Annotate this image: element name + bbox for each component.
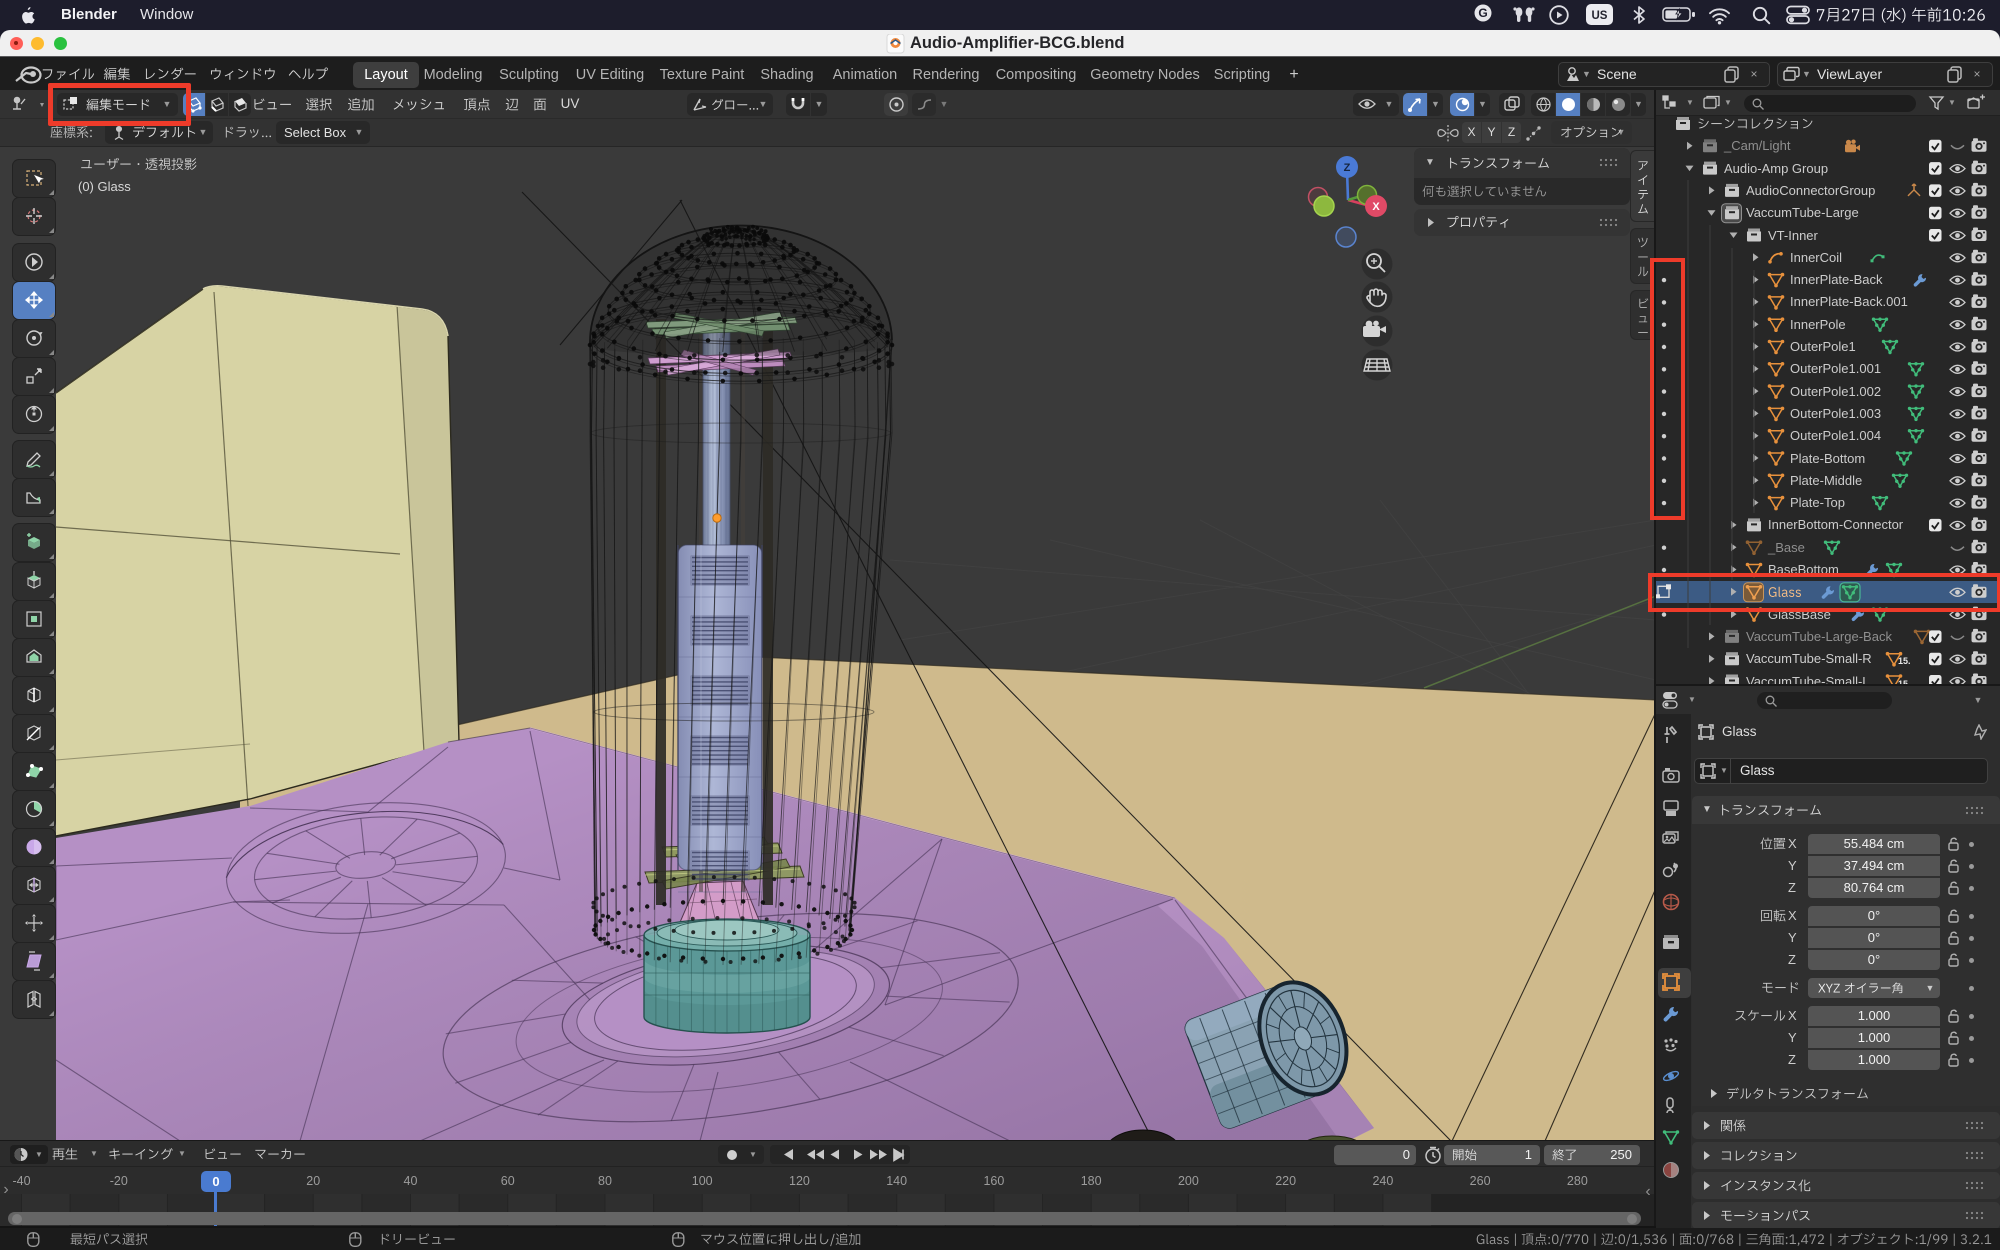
svg-text:X: X (1372, 201, 1380, 213)
svg-text:Z: Z (1344, 162, 1351, 174)
svg-text:US: US (1592, 10, 1608, 22)
svg-text:G: G (1478, 6, 1487, 20)
